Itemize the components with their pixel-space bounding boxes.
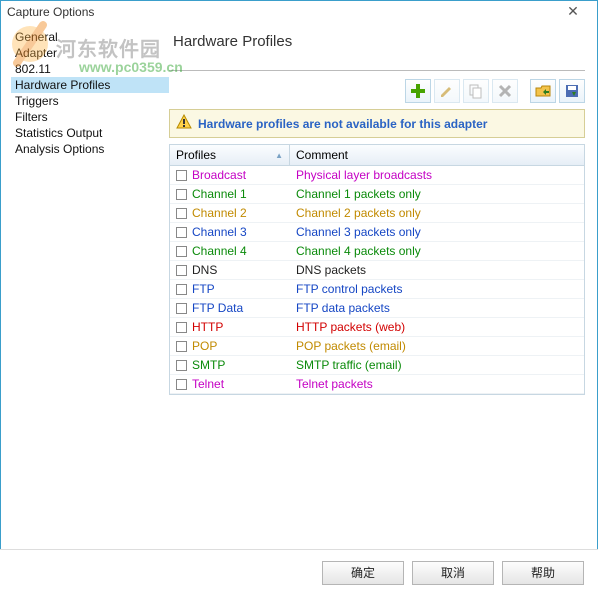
table-row[interactable]: HTTP HTTP packets (web) — [170, 318, 584, 337]
profile-name: FTP Data — [192, 301, 243, 315]
checkbox[interactable] — [176, 341, 187, 352]
profile-name: Telnet — [192, 377, 224, 391]
table-row[interactable]: Channel 3 Channel 3 packets only — [170, 223, 584, 242]
table-row[interactable]: Channel 1 Channel 1 packets only — [170, 185, 584, 204]
profile-comment: Channel 4 packets only — [290, 242, 584, 260]
sidebar: 河东软件园 www.pc0359.cn GeneralAdapter802.11… — [1, 23, 169, 543]
profile-comment: DNS packets — [290, 261, 584, 279]
insert-button[interactable] — [405, 79, 431, 103]
duplicate-button[interactable] — [463, 79, 489, 103]
sort-asc-icon: ▲ — [275, 151, 283, 160]
profile-comment: Channel 1 packets only — [290, 185, 584, 203]
checkbox[interactable] — [176, 303, 187, 314]
delete-button[interactable] — [492, 79, 518, 103]
edit-button[interactable] — [434, 79, 460, 103]
column-header-comment[interactable]: Comment — [290, 145, 584, 165]
cancel-button[interactable]: 取消 — [412, 561, 494, 585]
profile-name: Channel 3 — [192, 225, 247, 239]
profile-comment: FTP control packets — [290, 280, 584, 298]
profile-comment: POP packets (email) — [290, 337, 584, 355]
checkbox[interactable] — [176, 284, 187, 295]
table-row[interactable]: Broadcast Physical layer broadcasts — [170, 166, 584, 185]
folder-import-icon — [535, 83, 551, 99]
column-label: Comment — [296, 148, 348, 162]
profile-name: POP — [192, 339, 217, 353]
profile-name: Channel 2 — [192, 206, 247, 220]
grid-header: Profiles ▲ Comment — [170, 145, 584, 166]
profile-comment: HTTP packets (web) — [290, 318, 584, 336]
table-row[interactable]: Channel 4 Channel 4 packets only — [170, 242, 584, 261]
divider — [169, 70, 585, 71]
toolbar — [169, 79, 585, 103]
profile-name: HTTP — [192, 320, 223, 334]
sidebar-item-filters[interactable]: Filters — [11, 109, 169, 125]
titlebar: Capture Options ✕ — [1, 1, 597, 23]
profile-name: Broadcast — [192, 168, 246, 182]
x-icon — [497, 83, 513, 99]
sidebar-item-analysis-options[interactable]: Analysis Options — [11, 141, 169, 157]
checkbox[interactable] — [176, 322, 187, 333]
table-row[interactable]: FTP Data FTP data packets — [170, 299, 584, 318]
checkbox[interactable] — [176, 227, 187, 238]
page-title: Hardware Profiles — [173, 33, 585, 50]
table-row[interactable]: Telnet Telnet packets — [170, 375, 584, 394]
profile-name: DNS — [192, 263, 217, 277]
warning-bar: Hardware profiles are not available for … — [169, 109, 585, 138]
profile-comment: Telnet packets — [290, 375, 584, 393]
checkbox[interactable] — [176, 189, 187, 200]
watermark-logo-icon — [5, 19, 55, 69]
export-button[interactable] — [559, 79, 585, 103]
sidebar-item-hardware-profiles[interactable]: Hardware Profiles — [11, 77, 169, 93]
sidebar-item-statistics-output[interactable]: Statistics Output — [11, 125, 169, 141]
close-icon: ✕ — [567, 3, 579, 20]
profiles-grid: Profiles ▲ Comment Broadcast Physical laye… — [169, 144, 585, 395]
table-row[interactable]: FTP FTP control packets — [170, 280, 584, 299]
profile-comment: Channel 3 packets only — [290, 223, 584, 241]
profile-comment: FTP data packets — [290, 299, 584, 317]
close-button[interactable]: ✕ — [553, 1, 593, 21]
profile-comment: Physical layer broadcasts — [290, 166, 584, 184]
ok-button[interactable]: 确定 — [322, 561, 404, 585]
profile-name: FTP — [192, 282, 215, 296]
checkbox[interactable] — [176, 208, 187, 219]
table-row[interactable]: Channel 2 Channel 2 packets only — [170, 204, 584, 223]
disk-export-icon — [564, 83, 580, 99]
table-row[interactable]: DNS DNS packets — [170, 261, 584, 280]
table-row[interactable]: POP POP packets (email) — [170, 337, 584, 356]
checkbox[interactable] — [176, 170, 187, 181]
import-button[interactable] — [530, 79, 556, 103]
warning-icon — [176, 114, 192, 133]
warning-text: Hardware profiles are not available for … — [198, 117, 487, 131]
profile-name: Channel 4 — [192, 244, 247, 258]
profile-name: Channel 1 — [192, 187, 247, 201]
profile-comment: SMTP traffic (email) — [290, 356, 584, 374]
watermark-text: 河东软件园 — [56, 33, 161, 62]
window-title: Capture Options — [7, 5, 94, 19]
profile-comment: Channel 2 packets only — [290, 204, 584, 222]
content-panel: Hardware Profiles Hardware profiles are … — [169, 23, 597, 543]
help-button[interactable]: 帮助 — [502, 561, 584, 585]
table-row[interactable]: SMTP SMTP traffic (email) — [170, 356, 584, 375]
column-header-profiles[interactable]: Profiles ▲ — [170, 145, 290, 165]
watermark-url: www.pc0359.cn — [79, 59, 183, 75]
checkbox[interactable] — [176, 265, 187, 276]
pencil-icon — [439, 83, 455, 99]
sidebar-item-triggers[interactable]: Triggers — [11, 93, 169, 109]
dialog-buttons: 确定 取消 帮助 — [0, 549, 598, 595]
column-label: Profiles — [176, 148, 216, 162]
checkbox[interactable] — [176, 379, 187, 390]
profile-name: SMTP — [192, 358, 225, 372]
checkbox[interactable] — [176, 360, 187, 371]
plus-icon — [410, 83, 426, 99]
checkbox[interactable] — [176, 246, 187, 257]
copy-icon — [468, 83, 484, 99]
